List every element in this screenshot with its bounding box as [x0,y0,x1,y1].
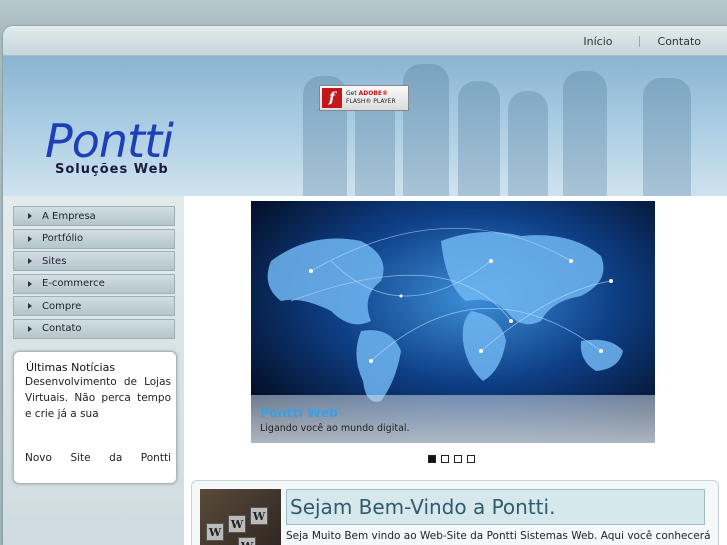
nav-contact-link[interactable]: Contato [658,35,701,48]
keyboard-key: W [206,523,224,541]
banner-silhouette [643,78,691,196]
menu-item-label: E-commerce [42,278,105,290]
menu-item-portfolio[interactable]: Portfólio [13,228,175,249]
get-flash-player-badge[interactable]: f Get ADOBE® FLASH® PLAYER [319,85,409,111]
news-box: Últimas Notícias Desenvolvimento de Loja… [13,351,177,484]
site-logo[interactable]: Pontti Soluções Web [45,114,174,177]
menu-item-label: Sites [42,255,67,267]
arrow-right-icon [28,235,32,242]
nav-home-link[interactable]: Início [583,35,612,48]
keyboard-thumbnail: W W W W [200,489,281,545]
news-item[interactable]: Desenvolvimento de Lojas Virtuais. Não p… [25,374,171,422]
banner-silhouette [508,91,548,196]
slider-caption: Pontti Web Ligando você ao mundo digital… [251,395,655,443]
top-bar: Início Contato [3,26,727,56]
menu-item-ecommerce[interactable]: E-commerce [13,273,175,294]
logo-tagline: Soluções Web [55,162,169,177]
nav-separator [638,36,640,47]
flash-icon: f [322,88,342,108]
banner-silhouette [458,81,500,196]
menu-item-compre[interactable]: Compre [13,296,175,317]
arrow-right-icon [28,280,32,287]
slider-caption-text: Ligando você ao mundo digital. [260,423,410,434]
menu-item-label: Contato [42,323,82,335]
main-menu: A Empresa Portfólio Sites E-commerce Com… [13,206,175,342]
arrow-right-icon [28,213,32,219]
logo-name: Pontti [45,114,174,168]
menu-item-sites[interactable]: Sites [13,251,175,272]
welcome-title: Sejam Bem-Vindo a Pontti. [286,489,705,525]
slider-dot-4[interactable] [467,455,475,463]
news-ticker: Desenvolvimento de Lojas Virtuais. Não p… [25,376,171,466]
arrow-right-icon [28,303,32,310]
slider-caption-title: Pontti Web [260,405,339,420]
menu-item-label: Compre [42,300,82,312]
keyboard-key: W [250,507,268,525]
arrow-right-icon [28,258,32,265]
slider-dot-3[interactable] [454,455,462,463]
menu-item-contato[interactable]: Contato [13,318,175,339]
page-frame: Início Contato f Get ADOBE® FLASH® PLAYE… [3,26,727,545]
slider-dot-2[interactable] [441,455,449,463]
image-slider[interactable]: Pontti Web Ligando você ao mundo digital… [251,201,655,443]
menu-item-empresa[interactable]: A Empresa [13,206,175,226]
menu-item-label: Portfólio [42,233,84,245]
keyboard-key: W [228,515,246,533]
left-sidebar: A Empresa Portfólio Sites E-commerce Com… [3,196,184,545]
welcome-text: Seja Muito Bem vindo ao Web-Site da Pont… [286,530,711,542]
slider-dot-1[interactable] [428,455,436,463]
news-item[interactable]: Novo Site da Pontti [25,450,171,466]
arrow-right-icon [28,325,32,332]
banner-silhouette [403,64,449,196]
flash-badge-get: Get [346,90,357,97]
header-banner: f Get ADOBE® FLASH® PLAYER Pontti Soluçõ… [3,56,727,196]
top-nav: Início Contato [583,35,701,48]
banner-silhouette [563,71,607,196]
slider-pagination [428,455,475,463]
menu-item-label: A Empresa [42,210,96,222]
welcome-section: W W W W Sejam Bem-Vindo a Pontti. Seja M… [191,480,719,545]
flash-badge-adobe: ADOBE® [358,90,389,97]
keyboard-key: W [238,537,256,545]
flash-badge-text: Get ADOBE® FLASH® PLAYER [346,90,396,106]
flash-badge-player: FLASH® PLAYER [346,98,396,105]
